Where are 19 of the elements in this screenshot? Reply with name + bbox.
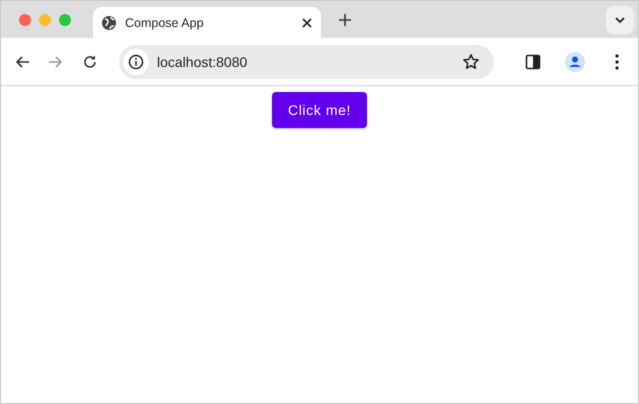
menu-icon: [615, 54, 619, 70]
avatar-icon: [565, 52, 585, 72]
url-text: localhost:8080: [157, 54, 248, 70]
star-icon[interactable]: [462, 52, 480, 70]
browser-tab[interactable]: Compose App: [93, 7, 321, 38]
reload-icon: [82, 54, 98, 70]
tab-title: Compose App: [125, 16, 205, 30]
site-info-button[interactable]: [123, 48, 149, 74]
globe-icon: [101, 14, 117, 30]
side-panel-icon: [525, 54, 541, 70]
close-icon[interactable]: [301, 16, 313, 28]
info-icon: [128, 54, 144, 70]
chevron-down-icon: [614, 16, 626, 24]
arrow-icon: [14, 54, 30, 70]
address-bar[interactable]: localhost:8080: [119, 44, 494, 78]
plus-icon: [338, 12, 352, 26]
tab-search-button[interactable]: [606, 6, 634, 34]
click-me-button[interactable]: Click me!: [272, 92, 367, 128]
arrow-icon: [48, 54, 64, 70]
